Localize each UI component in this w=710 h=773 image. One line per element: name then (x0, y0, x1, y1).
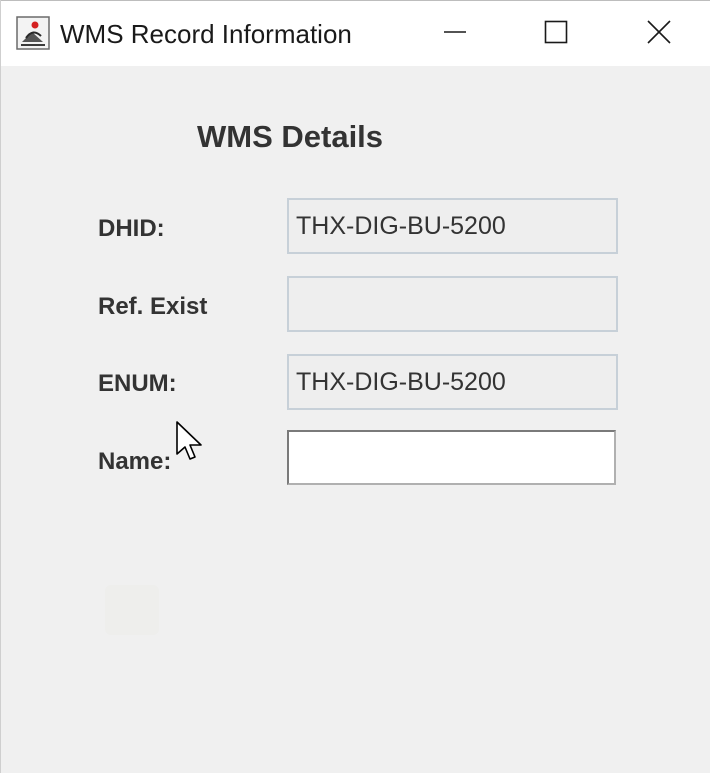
dhid-field[interactable] (287, 198, 618, 254)
window-title: WMS Record Information (60, 19, 352, 49)
minimize-button[interactable] (403, 1, 507, 67)
title-bar[interactable]: WMS Record Information (1, 0, 710, 66)
name-input[interactable] (287, 430, 616, 485)
ref-exist-field[interactable] (287, 276, 618, 332)
background-artifact (105, 585, 159, 635)
name-label: Name: (98, 448, 172, 475)
minimize-icon (443, 20, 467, 49)
ref-exist-label: Ref. Exist (98, 293, 208, 320)
maximize-button[interactable] (504, 1, 608, 67)
enum-field[interactable] (287, 354, 618, 410)
close-icon (646, 19, 672, 50)
maximize-icon (544, 20, 568, 49)
java-app-icon (16, 16, 50, 50)
dhid-label: DHID: (98, 215, 165, 242)
close-button[interactable] (607, 1, 710, 67)
dialog-window: WMS Record Information WMS Details DHID:… (0, 0, 710, 773)
dialog-content (1, 66, 710, 773)
form-heading: WMS Details (197, 119, 384, 154)
enum-label: ENUM: (98, 370, 177, 397)
